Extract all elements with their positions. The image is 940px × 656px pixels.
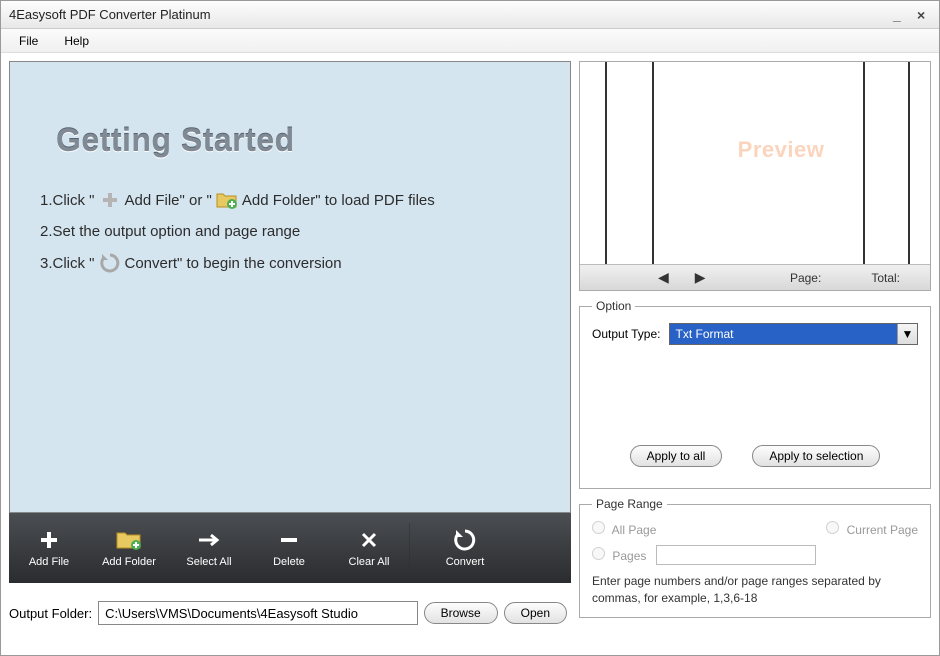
apply-to-all-button[interactable]: Apply to all: [630, 445, 723, 467]
page-range-hint: Enter page numbers and/or page ranges se…: [592, 573, 918, 607]
menu-help[interactable]: Help: [56, 30, 107, 52]
page-range-row-1: All Page Current Page: [592, 521, 918, 537]
option-buttons: Apply to all Apply to selection: [592, 445, 918, 467]
toolbar-label: Add File: [29, 556, 69, 568]
arrow-right-icon: [195, 528, 223, 552]
preview-nav: ◀ ▶ Page: Total:: [580, 264, 930, 290]
add-folder-button[interactable]: Add Folder: [89, 513, 169, 583]
toolbar-label: Select All: [186, 556, 231, 568]
preview-watermark: Preview: [738, 137, 825, 163]
preview-divider: [652, 62, 654, 264]
output-type-value: Txt Format: [670, 324, 898, 344]
right-column: Preview ◀ ▶ Page: Total: Option Output T…: [579, 61, 931, 635]
option-fieldset: Option Output Type: Txt Format ▼ Apply t…: [579, 299, 931, 489]
plus-icon: [99, 189, 121, 211]
gs-text: Add Folder" to load PDF files: [242, 192, 435, 209]
gs-step-1: 1.Click " Add File" or " Add Folder" to …: [40, 189, 552, 211]
gs-text: Convert" to begin the conversion: [125, 255, 342, 272]
plus-icon: [35, 528, 63, 552]
current-page-label: Current Page: [847, 523, 918, 537]
preview-divider: [863, 62, 865, 264]
minus-icon: [275, 528, 303, 552]
content: Getting Started 1.Click " Add File" or "…: [1, 53, 939, 643]
output-type-row: Output Type: Txt Format ▼: [592, 323, 918, 345]
getting-started-panel: Getting Started 1.Click " Add File" or "…: [9, 61, 571, 513]
x-icon: [355, 528, 383, 552]
preview-divider: [908, 62, 910, 264]
output-folder-input[interactable]: [98, 601, 418, 625]
menu-file[interactable]: File: [11, 30, 56, 52]
preview-divider: [605, 62, 607, 264]
menubar: File Help: [1, 29, 939, 53]
pages-label: Pages: [612, 549, 646, 563]
toolbar: Add File Add Folder Select All: [9, 513, 571, 583]
close-button[interactable]: ×: [917, 8, 931, 22]
convert-icon: [451, 528, 479, 552]
output-type-label: Output Type:: [592, 327, 661, 341]
total-label: Total:: [871, 271, 900, 285]
folder-plus-icon: [216, 189, 238, 211]
gs-text: 1.Click ": [40, 192, 95, 209]
open-button[interactable]: Open: [504, 602, 567, 624]
next-page-button[interactable]: ▶: [687, 269, 714, 286]
prev-page-button[interactable]: ◀: [650, 269, 677, 286]
output-folder-row: Output Folder: Browse Open: [9, 583, 571, 635]
app-window: 4Easysoft PDF Converter Platinum _ × Fil…: [0, 0, 940, 656]
browse-button[interactable]: Browse: [424, 602, 498, 624]
output-type-select[interactable]: Txt Format ▼: [669, 323, 919, 345]
toolbar-label: Delete: [273, 556, 305, 568]
convert-button[interactable]: Convert: [410, 513, 520, 583]
toolbar-label: Clear All: [349, 556, 390, 568]
getting-started-title: Getting Started: [56, 122, 552, 159]
apply-to-selection-button[interactable]: Apply to selection: [752, 445, 880, 467]
option-legend: Option: [592, 299, 635, 313]
left-column: Getting Started 1.Click " Add File" or "…: [9, 61, 571, 635]
minimize-button[interactable]: _: [893, 8, 907, 22]
toolbar-label: Add Folder: [102, 556, 156, 568]
window-controls: _ ×: [893, 8, 931, 22]
pages-radio[interactable]: Pages: [592, 547, 646, 563]
add-file-button[interactable]: Add File: [9, 513, 89, 583]
all-page-radio[interactable]: All Page: [592, 521, 816, 537]
convert-icon: [99, 252, 121, 274]
toolbar-label: Convert: [446, 556, 485, 568]
select-all-button[interactable]: Select All: [169, 513, 249, 583]
page-range-row-2: Pages: [592, 545, 918, 565]
page-range-fieldset: Page Range All Page Current Page Pages: [579, 497, 931, 618]
page-range-legend: Page Range: [592, 497, 667, 511]
clear-all-button[interactable]: Clear All: [329, 513, 409, 583]
window-title: 4Easysoft PDF Converter Platinum: [9, 7, 893, 22]
page-label: Page:: [790, 271, 821, 285]
gs-step-2: 2.Set the output option and page range: [40, 223, 552, 240]
gs-text: Add File" or ": [125, 192, 212, 209]
gs-step-3: 3.Click " Convert" to begin the conversi…: [40, 252, 552, 274]
pages-input[interactable]: [656, 545, 816, 565]
delete-button[interactable]: Delete: [249, 513, 329, 583]
preview-pages: Preview: [580, 62, 930, 264]
titlebar: 4Easysoft PDF Converter Platinum _ ×: [1, 1, 939, 29]
output-folder-label: Output Folder:: [9, 606, 92, 621]
folder-plus-icon: [115, 528, 143, 552]
all-page-label: All Page: [612, 523, 657, 537]
gs-text: 3.Click ": [40, 255, 95, 272]
current-page-radio[interactable]: Current Page: [826, 521, 918, 537]
preview-panel: Preview ◀ ▶ Page: Total:: [579, 61, 931, 291]
chevron-down-icon: ▼: [897, 324, 917, 344]
